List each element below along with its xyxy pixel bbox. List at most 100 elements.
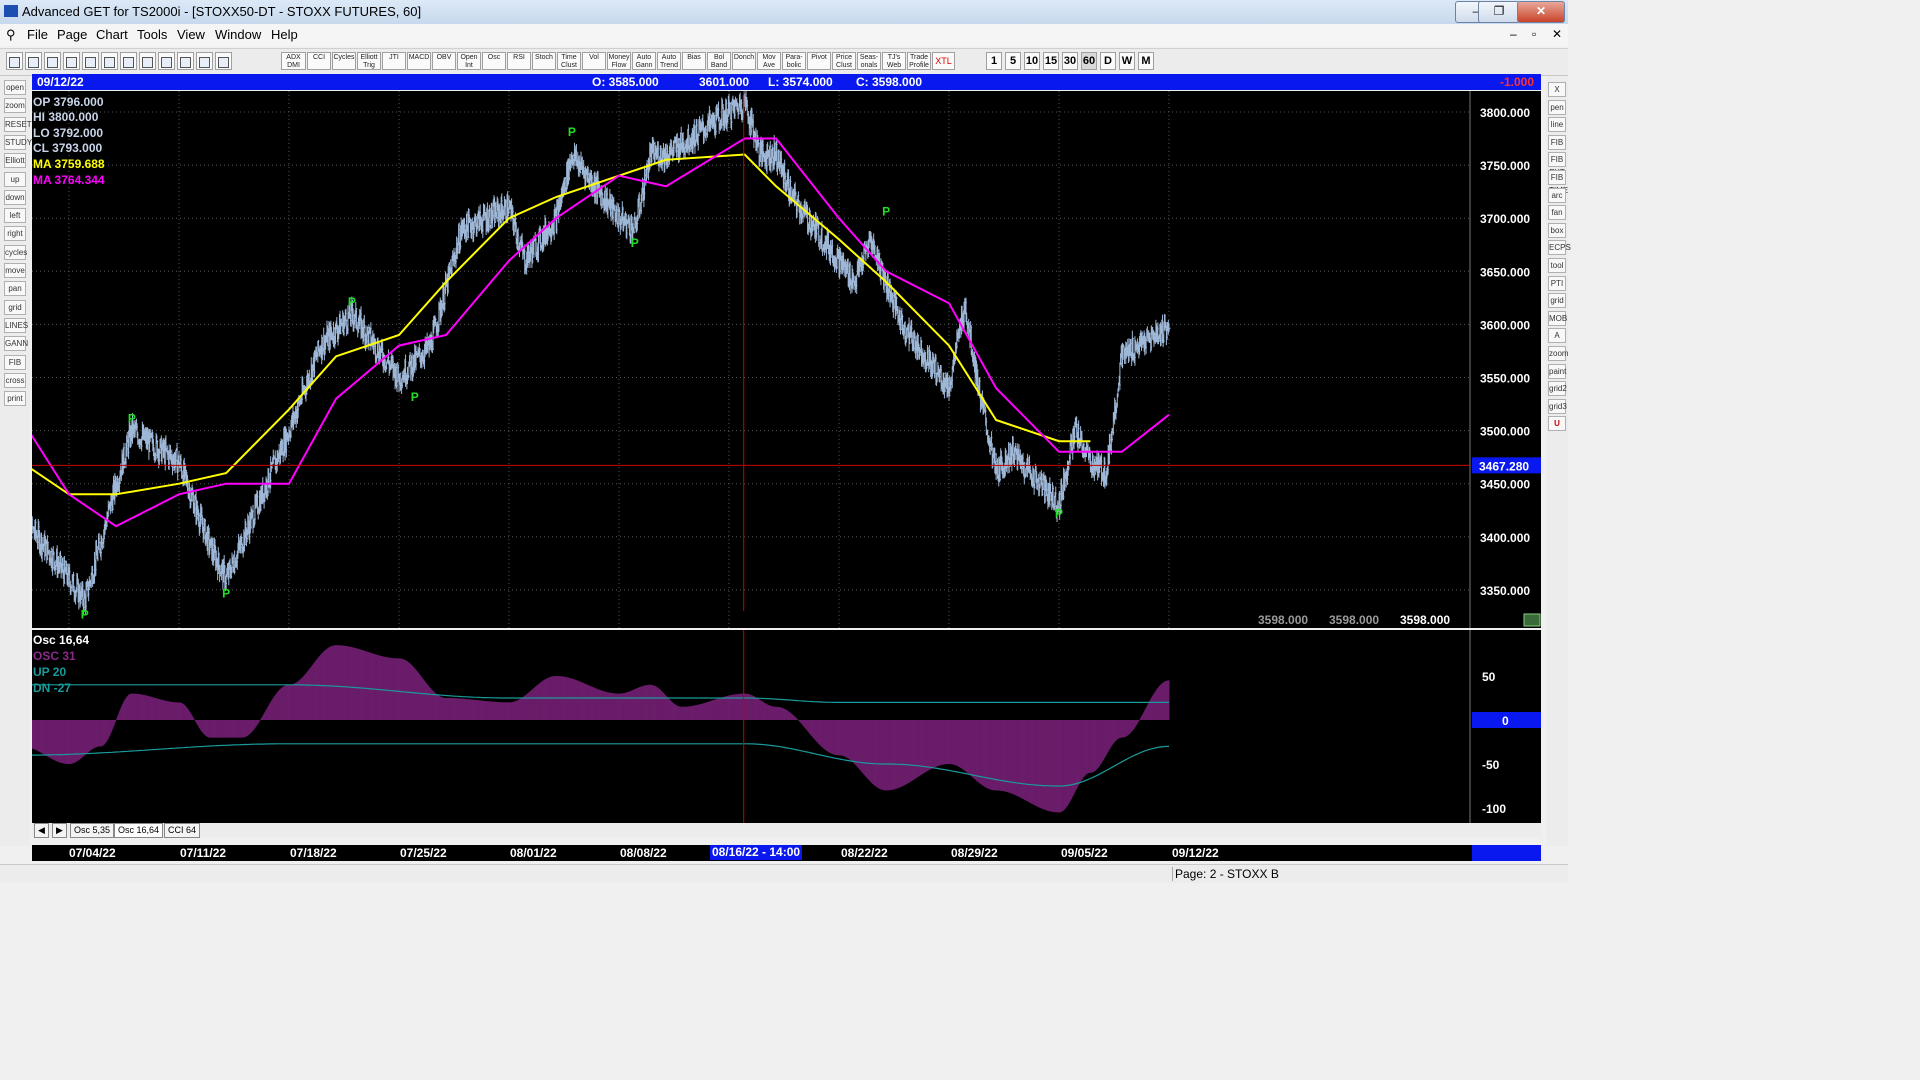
right-tool-pti[interactable]: PTI bbox=[1548, 275, 1566, 291]
timeframe-button-5[interactable]: 5 bbox=[1005, 52, 1021, 70]
child-window-icon[interactable]: ⚲ bbox=[6, 27, 16, 43]
timeframe-button-30[interactable]: 30 bbox=[1062, 52, 1078, 70]
right-tool-fib-time[interactable]: FIB TIME bbox=[1548, 170, 1568, 195]
right-tool-fib-ext[interactable]: FIB EXT bbox=[1548, 152, 1566, 177]
indicator-button-para-bolic[interactable]: Para-bolic bbox=[782, 52, 806, 70]
indicator-button-adx-dmi[interactable]: ADX DMI bbox=[281, 52, 306, 70]
indicator-button-vol[interactable]: Vol bbox=[582, 52, 606, 70]
maximize-button[interactable]: ❐ bbox=[1478, 1, 1520, 23]
left-tool-left[interactable]: left bbox=[4, 208, 26, 224]
print-icon[interactable] bbox=[177, 52, 194, 70]
right-tool-grid[interactable]: grid bbox=[1548, 293, 1566, 309]
right-tool-pen[interactable]: pen bbox=[1548, 99, 1566, 115]
right-tool-fib-ret[interactable]: FIB RET bbox=[1548, 134, 1566, 160]
timeframe-button-1[interactable]: 1 bbox=[986, 52, 1002, 70]
left-tool-fib[interactable]: FIB bbox=[4, 354, 26, 370]
indicator-button-jti[interactable]: JTI bbox=[382, 52, 406, 70]
open-icon[interactable] bbox=[63, 52, 80, 70]
right-tool-mob[interactable]: MOB bbox=[1548, 310, 1567, 326]
right-tool-u[interactable]: U bbox=[1548, 416, 1566, 432]
right-tool-x[interactable]: X bbox=[1548, 82, 1566, 97]
right-tool-grid3[interactable]: grid3 bbox=[1548, 398, 1567, 414]
menu-chart[interactable]: Chart bbox=[96, 27, 128, 42]
indicator-button-auto-gann[interactable]: Auto Gann bbox=[632, 52, 656, 70]
indicator-button-mov-ave[interactable]: Mov Ave bbox=[757, 52, 781, 70]
indicator-button-osc[interactable]: Osc bbox=[482, 52, 506, 70]
left-tool-study[interactable]: STUDY bbox=[4, 134, 32, 150]
indicator-button-seas-onals[interactable]: Seas-onals bbox=[857, 52, 881, 70]
menu-page[interactable]: Page bbox=[57, 27, 87, 42]
price-chart-panel[interactable]: 3800.000 3750.000 3700.000 3650.000 3600.000… bbox=[32, 91, 1541, 628]
left-tool-pan[interactable]: pan bbox=[4, 281, 26, 297]
right-tool-arc[interactable]: arc bbox=[1548, 187, 1566, 203]
right-tool-grid2[interactable]: grid2 bbox=[1548, 381, 1567, 397]
left-tool-gann[interactable]: GANN bbox=[4, 336, 28, 352]
right-tool-fan[interactable]: fan bbox=[1548, 205, 1566, 221]
indicator-button-xtl[interactable]: XTL bbox=[932, 52, 955, 70]
right-tool-paint[interactable]: paint bbox=[1548, 363, 1566, 379]
right-tool-tool[interactable]: tool bbox=[1548, 258, 1566, 273]
timeframe-button-60[interactable]: 60 bbox=[1081, 52, 1097, 70]
close-button[interactable]: ✕ bbox=[1517, 1, 1565, 23]
price-chart[interactable]: 3800.000 3750.000 3700.000 3650.000 3600.000… bbox=[32, 91, 1541, 628]
indicator-button-open-int[interactable]: Open Int bbox=[457, 52, 481, 70]
left-tool-move[interactable]: move bbox=[4, 263, 26, 278]
left-tool-down[interactable]: down bbox=[4, 189, 26, 205]
indicator-button-donch[interactable]: Donch bbox=[732, 52, 756, 70]
indicator-button-pivot[interactable]: Pivot bbox=[807, 52, 831, 70]
timeframe-button-m[interactable]: M bbox=[1138, 52, 1154, 70]
menu-window[interactable]: Window bbox=[215, 27, 261, 42]
child-minimize-button[interactable]: – bbox=[1510, 27, 1517, 41]
indicator-button-cci[interactable]: CCI bbox=[307, 52, 331, 70]
quote-icon[interactable] bbox=[25, 52, 42, 70]
refresh-icon[interactable] bbox=[120, 52, 137, 70]
right-tool-line[interactable]: line bbox=[1548, 117, 1566, 133]
pin-icon[interactable] bbox=[6, 52, 23, 70]
indicator-button-bias[interactable]: Bias bbox=[682, 52, 706, 70]
child-close-button[interactable]: ✕ bbox=[1552, 27, 1562, 41]
oscillator-panel[interactable]: 50 0 -50 -100 Osc 16,64 OSC 31 UP 20 DN -27 bbox=[32, 630, 1541, 823]
indicator-button-rsi[interactable]: RSI bbox=[507, 52, 531, 70]
prev-icon[interactable] bbox=[82, 52, 99, 70]
left-tool-zoom[interactable]: zoom bbox=[4, 98, 26, 114]
indicator-button-trade-profile[interactable]: Trade Profile bbox=[907, 52, 931, 70]
save-icon[interactable] bbox=[158, 52, 175, 70]
indicator-button-money-flow[interactable]: Money Flow bbox=[607, 52, 631, 70]
oscillator-chart[interactable]: 50 0 -50 -100 bbox=[32, 630, 1541, 823]
help-arrow-icon[interactable] bbox=[215, 52, 232, 70]
left-tool-grid[interactable]: grid bbox=[4, 299, 26, 315]
indicator-button-cycles[interactable]: Cycles bbox=[332, 52, 356, 70]
timeframe-button-d[interactable]: D bbox=[1100, 52, 1116, 70]
left-tool-reset[interactable]: RESET bbox=[4, 116, 32, 132]
right-tool-ecps[interactable]: ECPS bbox=[1548, 240, 1571, 256]
left-tool-elliott[interactable]: Elliott bbox=[4, 153, 26, 169]
menu-tools[interactable]: Tools bbox=[137, 27, 167, 42]
indicator-button-bol-band[interactable]: Bol Band bbox=[707, 52, 731, 70]
left-tool-lines[interactable]: LINES bbox=[4, 317, 28, 333]
indicator-button-obv[interactable]: OBV bbox=[432, 52, 456, 70]
new-icon[interactable] bbox=[44, 52, 61, 70]
left-tool-cross[interactable]: cross bbox=[4, 372, 26, 388]
indicator-button-auto-trend[interactable]: Auto Trend bbox=[657, 52, 681, 70]
indicator-button-price-clust[interactable]: Price Clust bbox=[832, 52, 856, 70]
menu-file[interactable]: File bbox=[27, 27, 48, 42]
timeframe-button-10[interactable]: 10 bbox=[1024, 52, 1040, 70]
left-tool-open[interactable]: open bbox=[4, 80, 26, 95]
grid-icon[interactable] bbox=[139, 52, 156, 70]
child-restore-button[interactable]: ▫ bbox=[1532, 27, 1536, 41]
menu-view[interactable]: View bbox=[177, 27, 205, 42]
next-icon[interactable] bbox=[101, 52, 118, 70]
menu-help[interactable]: Help bbox=[271, 27, 298, 42]
right-tool-box[interactable]: box bbox=[1548, 222, 1566, 238]
indicator-button-macd[interactable]: MACD bbox=[407, 52, 431, 70]
left-tool-cycles[interactable]: cycles bbox=[4, 244, 27, 260]
help-icon[interactable] bbox=[196, 52, 213, 70]
left-tool-up[interactable]: up bbox=[4, 171, 26, 187]
indicator-button-stoch[interactable]: Stoch bbox=[532, 52, 556, 70]
left-tool-right[interactable]: right bbox=[4, 226, 26, 242]
right-tool-a[interactable]: A bbox=[1548, 328, 1566, 344]
timeframe-button-15[interactable]: 15 bbox=[1043, 52, 1059, 70]
timeframe-button-w[interactable]: W bbox=[1119, 52, 1135, 70]
indicator-button-time-clust[interactable]: Time Clust bbox=[557, 52, 581, 70]
right-tool-zoom[interactable]: zoom bbox=[1548, 346, 1569, 361]
